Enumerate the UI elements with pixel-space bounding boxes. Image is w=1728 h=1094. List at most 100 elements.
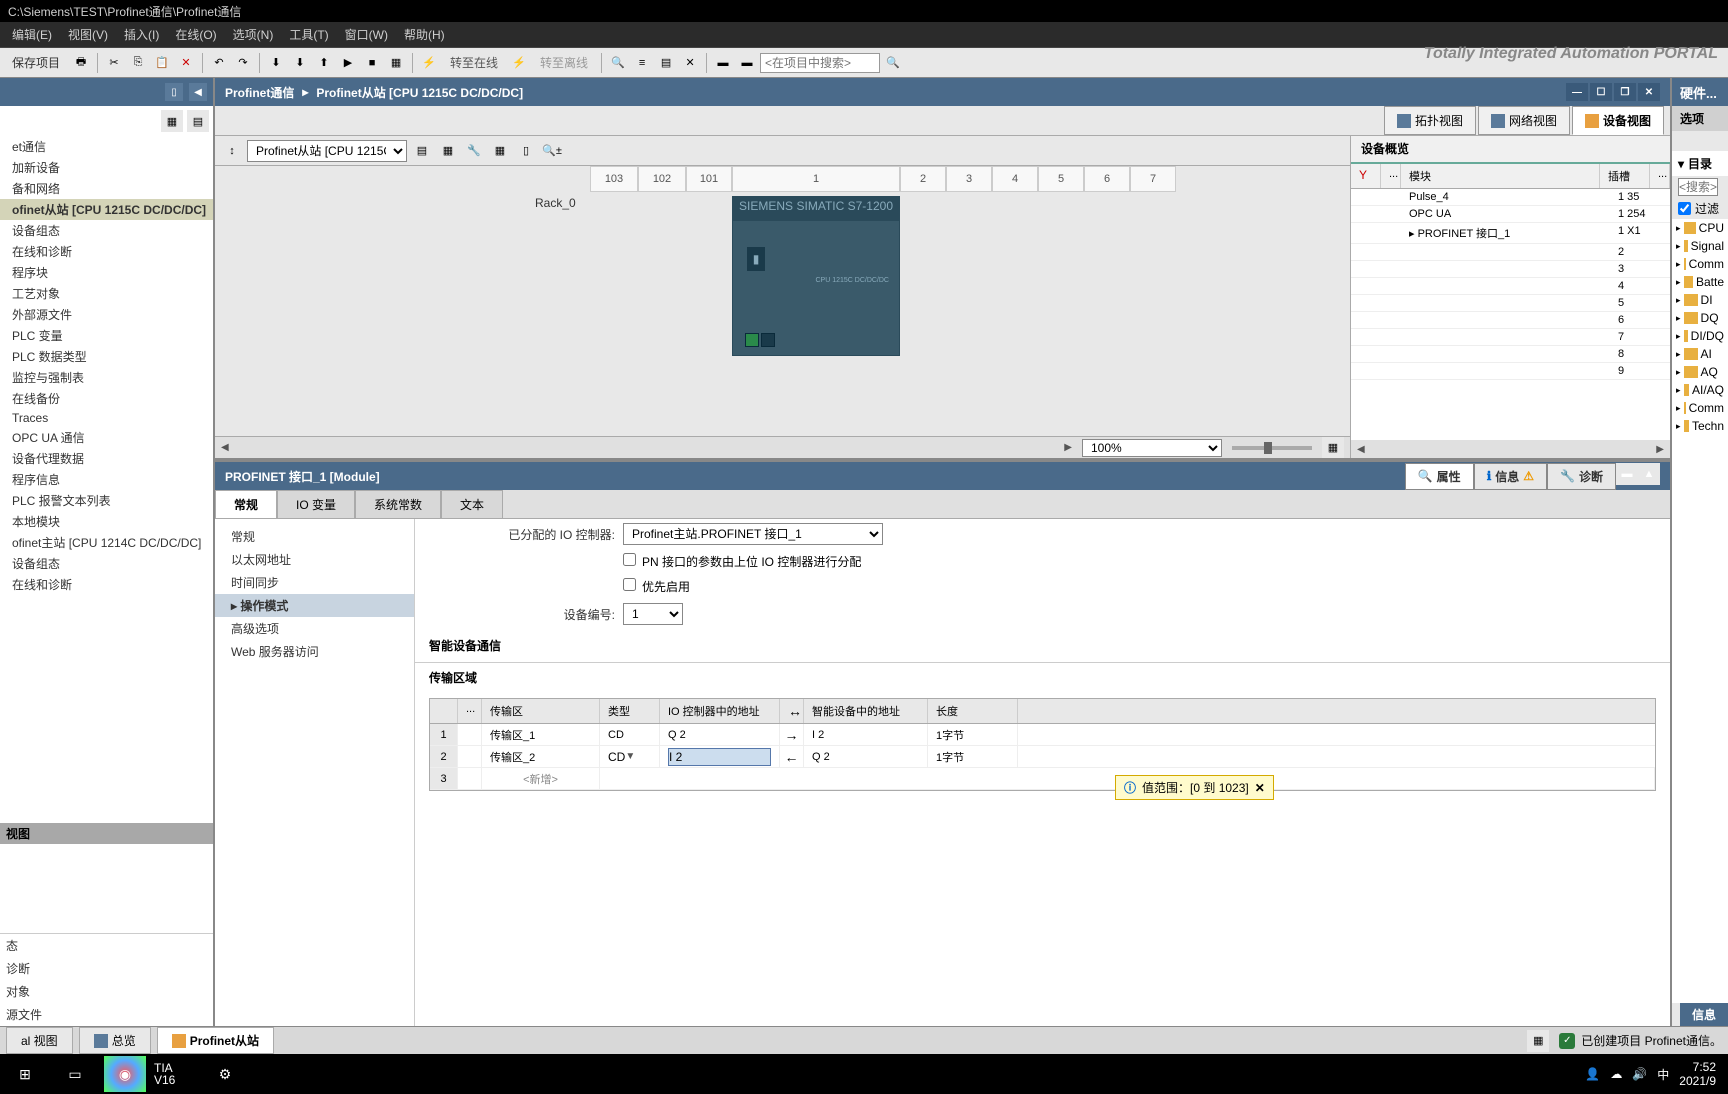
zoom-select[interactable]: 100% bbox=[1082, 439, 1222, 457]
minimize-icon[interactable]: — bbox=[1566, 83, 1588, 101]
paste-icon[interactable]: 📋 bbox=[151, 52, 173, 74]
filter-checkbox[interactable] bbox=[1678, 202, 1691, 215]
tree-item[interactable]: PLC 变量 bbox=[0, 325, 213, 346]
tree-view-icon[interactable]: ▦ bbox=[161, 110, 183, 132]
overview-row[interactable]: 3 bbox=[1351, 261, 1670, 278]
go-online-button[interactable]: 转至在线 bbox=[442, 51, 506, 74]
overview-row[interactable]: 8 bbox=[1351, 346, 1670, 363]
overview-row[interactable]: OPC UA 1 254 bbox=[1351, 206, 1670, 223]
tray-sound-icon[interactable]: 🔊 bbox=[1632, 1067, 1647, 1081]
zoom-icon[interactable]: 🔍± bbox=[541, 140, 563, 162]
catalog-item[interactable]: ▸Comm bbox=[1672, 399, 1728, 417]
cell-addr1-editing[interactable] bbox=[660, 746, 780, 767]
catalog-item[interactable]: ▸AI/AQ bbox=[1672, 381, 1728, 399]
device-btn-icon[interactable]: ↕ bbox=[221, 140, 243, 162]
col-len[interactable]: 长度 bbox=[928, 699, 1018, 723]
tree-item[interactable]: OPC UA 通信 bbox=[0, 427, 213, 448]
catalog-item[interactable]: ▸AQ bbox=[1672, 363, 1728, 381]
tab-general[interactable]: 常规 bbox=[215, 490, 277, 518]
delete-icon[interactable]: ✕ bbox=[175, 52, 197, 74]
addr-input[interactable] bbox=[668, 748, 771, 766]
tree-item[interactable]: Traces bbox=[0, 409, 213, 427]
tab-text[interactable]: 文本 bbox=[441, 490, 503, 518]
cell-addr2[interactable]: I 2 bbox=[804, 724, 928, 745]
profinet-port-icon[interactable] bbox=[745, 333, 759, 347]
pn-param-checkbox[interactable]: PN 接口的参数由上位 IO 控制器进行分配 bbox=[623, 553, 861, 570]
col-idx[interactable]: ... bbox=[458, 699, 482, 723]
cell-type[interactable]: CD ▼ bbox=[600, 746, 660, 767]
tree-item[interactable]: 本地模块 bbox=[0, 511, 213, 532]
menu-window[interactable]: 窗口(W) bbox=[337, 22, 396, 47]
overview-row[interactable]: Pulse_4 1 35 bbox=[1351, 189, 1670, 206]
checkbox[interactable] bbox=[623, 578, 636, 591]
col-name[interactable]: 传输区 bbox=[482, 699, 600, 723]
priority-checkbox[interactable]: 优先启用 bbox=[623, 578, 690, 595]
tree-item[interactable]: 程序信息 bbox=[0, 469, 213, 490]
clear-icon[interactable]: ✕ bbox=[679, 52, 701, 74]
overview-tab[interactable]: 总览 bbox=[79, 1027, 151, 1054]
diag-icon[interactable]: ▤ bbox=[655, 52, 677, 74]
settings-icon[interactable]: ⚙ bbox=[204, 1056, 246, 1092]
back-icon[interactable]: ◀ bbox=[189, 83, 207, 101]
tree-item[interactable]: 监控与强制表 bbox=[0, 367, 213, 388]
catalog-item[interactable]: ▸Techn bbox=[1672, 417, 1728, 435]
tree-item[interactable]: 设备组态 bbox=[0, 220, 213, 241]
overview-row[interactable]: 7 bbox=[1351, 329, 1670, 346]
layout2-icon[interactable]: ▬ bbox=[736, 52, 758, 74]
tab-info[interactable]: ℹ信息⚠ bbox=[1474, 463, 1547, 490]
menu-tools[interactable]: 工具(T) bbox=[281, 22, 336, 47]
tab-device[interactable]: 设备视图 bbox=[1572, 106, 1664, 135]
layout-icon[interactable]: ▬ bbox=[712, 52, 734, 74]
overview-row[interactable]: ▸ PROFINET 接口_1 1 X1 bbox=[1351, 223, 1670, 244]
start-icon[interactable]: ⊞ bbox=[4, 1056, 46, 1092]
device-tool3-icon[interactable]: 🔧 bbox=[463, 140, 485, 162]
upload-icon[interactable]: ⬆ bbox=[313, 52, 335, 74]
overview-row[interactable]: 5 bbox=[1351, 295, 1670, 312]
catalog-item[interactable]: ▸DI/DQ bbox=[1672, 327, 1728, 345]
props-nav-item[interactable]: 常规 bbox=[215, 525, 414, 548]
tree-item[interactable]: 设备组态 bbox=[0, 553, 213, 574]
collapse-icon[interactable]: ▯ bbox=[165, 83, 183, 101]
tab-sys-const[interactable]: 系统常数 bbox=[355, 490, 441, 518]
scroll-left-icon[interactable]: ◀ bbox=[1357, 444, 1365, 455]
catalog-tree[interactable]: ▸CPU▸Signal▸Comm▸Batte▸DI▸DQ▸DI/DQ▸AI▸AQ… bbox=[1672, 219, 1728, 1003]
menu-view[interactable]: 视图(V) bbox=[60, 22, 116, 47]
catalog-search[interactable] bbox=[1678, 178, 1718, 196]
col-slot[interactable]: 插槽 bbox=[1600, 164, 1650, 188]
scroll-left-icon[interactable]: ◀ bbox=[221, 442, 229, 453]
catalog-item[interactable]: ▸Comm bbox=[1672, 255, 1728, 273]
show-rack-icon[interactable]: ▦ bbox=[437, 140, 459, 162]
show-addr-icon[interactable]: ▤ bbox=[411, 140, 433, 162]
tree-item[interactable]: ofinet从站 [CPU 1215C DC/DC/DC] bbox=[0, 199, 213, 220]
lb-item[interactable]: 态 bbox=[0, 934, 213, 957]
tree-item[interactable]: 在线和诊断 bbox=[0, 241, 213, 262]
tree-item[interactable]: 在线备份 bbox=[0, 388, 213, 409]
download-icon[interactable]: ⬇ bbox=[289, 52, 311, 74]
search-button-icon[interactable]: 🔍 bbox=[882, 52, 904, 74]
tree-collapse-icon[interactable]: ▤ bbox=[187, 110, 209, 132]
menu-online[interactable]: 在线(O) bbox=[167, 22, 224, 47]
portal-view-tab[interactable]: al 视图 bbox=[6, 1027, 73, 1054]
catalog-item[interactable]: ▸DQ bbox=[1672, 309, 1728, 327]
col-addr2[interactable]: 智能设备中的地址 bbox=[804, 699, 928, 723]
scroll-right-icon[interactable]: ▶ bbox=[1064, 442, 1072, 453]
dropdown-icon[interactable]: ▼ bbox=[625, 751, 635, 762]
info-tab[interactable]: 信息 bbox=[1680, 1003, 1728, 1026]
catalog-options[interactable]: 选项 bbox=[1672, 106, 1728, 131]
print-icon[interactable]: 🖶 bbox=[70, 52, 92, 74]
cell-len[interactable]: 1字节 bbox=[928, 746, 1018, 767]
props-min-icon[interactable]: ▬ bbox=[1616, 463, 1638, 485]
close-icon[interactable]: ✕ bbox=[1638, 83, 1660, 101]
close-icon[interactable]: ✕ bbox=[1255, 781, 1265, 795]
cross-ref-icon[interactable]: ≡ bbox=[631, 52, 653, 74]
go-offline-button[interactable]: 转至离线 bbox=[532, 51, 596, 74]
catalog-item[interactable]: ▸AI bbox=[1672, 345, 1728, 363]
rack-area[interactable]: 103 102 101 1 2 3 4 5 6 7 Rack_0 SIEMENS… bbox=[215, 166, 1350, 436]
restore-icon[interactable]: ❐ bbox=[1614, 83, 1636, 101]
props-nav-item[interactable]: 时间同步 bbox=[215, 571, 414, 594]
zoom-slider[interactable] bbox=[1232, 446, 1312, 450]
compile-icon[interactable]: ⬇ bbox=[265, 52, 287, 74]
tree-item[interactable]: 设备代理数据 bbox=[0, 448, 213, 469]
stop-icon[interactable]: ■ bbox=[361, 52, 383, 74]
tab-properties[interactable]: 🔍属性 bbox=[1405, 463, 1474, 490]
